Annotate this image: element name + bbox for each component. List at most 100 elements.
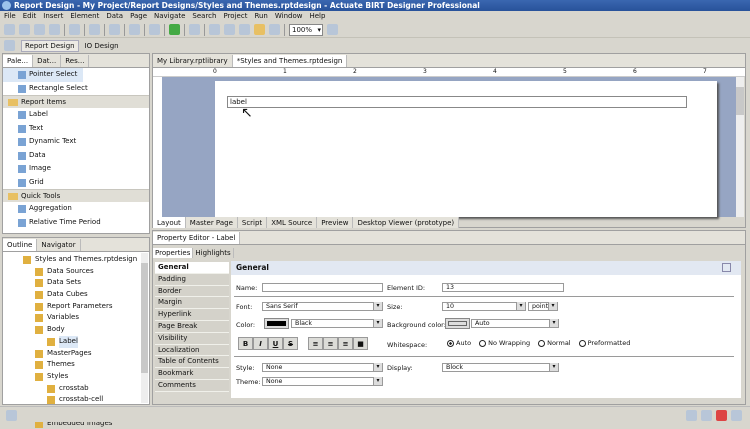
palette-image[interactable]: Image bbox=[3, 162, 149, 176]
zoom-select[interactable]: 100% bbox=[289, 23, 323, 36]
element-id-input[interactable]: 13 bbox=[442, 283, 564, 292]
tab-xml-source[interactable]: XML Source bbox=[267, 217, 318, 228]
outline-item[interactable]: crosstab-cell bbox=[3, 394, 149, 406]
menu-insert[interactable]: Insert bbox=[43, 11, 63, 22]
insert-icon[interactable] bbox=[69, 24, 80, 35]
outline-scrollbar[interactable] bbox=[141, 253, 148, 403]
category-hyperlink[interactable]: Hyperlink bbox=[155, 309, 229, 321]
bold-button[interactable]: B bbox=[238, 337, 253, 350]
category-margin[interactable]: Margin bbox=[155, 297, 229, 310]
outline-item[interactable]: Data Cubes bbox=[3, 289, 149, 301]
color-picker-button[interactable] bbox=[264, 318, 289, 329]
size-unit-select[interactable]: points bbox=[528, 302, 558, 311]
menu-search[interactable]: Search bbox=[192, 11, 216, 22]
font-select[interactable]: Sans Serif bbox=[262, 302, 383, 311]
outline-item[interactable]: Themes bbox=[3, 359, 149, 371]
web-icon[interactable] bbox=[109, 24, 120, 35]
outline-item[interactable]: Variables bbox=[3, 312, 149, 324]
menu-file[interactable]: File bbox=[4, 11, 16, 22]
tab-properties[interactable]: Properties bbox=[153, 248, 194, 258]
justify-icon[interactable]: ■ bbox=[353, 337, 368, 350]
perspective-report-design[interactable]: Report Design bbox=[21, 39, 79, 52]
whitespace-no-wrapping-radio[interactable]: No Wrapping bbox=[479, 339, 530, 347]
tab-outline[interactable]: Outline bbox=[3, 239, 38, 251]
tab-layout[interactable]: Layout bbox=[153, 217, 186, 228]
pointer-select[interactable]: Pointer Select bbox=[3, 68, 83, 82]
whitespace-auto-radio[interactable]: Auto bbox=[447, 339, 471, 347]
whitespace-preformatted-radio[interactable]: Preformatted bbox=[578, 339, 630, 347]
last-icon[interactable] bbox=[269, 24, 280, 35]
lock-icon[interactable] bbox=[149, 24, 160, 35]
palette-text[interactable]: Text bbox=[3, 122, 149, 136]
status-panel-icon[interactable] bbox=[731, 410, 742, 421]
run-icon[interactable] bbox=[169, 24, 180, 35]
quick-tools-group[interactable]: Quick Tools bbox=[3, 189, 149, 202]
tab-styles-and-themes[interactable]: *Styles and Themes.rptdesign bbox=[232, 55, 348, 67]
category-visibility[interactable]: Visibility bbox=[155, 332, 229, 345]
menu-project[interactable]: Project bbox=[223, 11, 247, 22]
display-select[interactable]: Block bbox=[442, 363, 559, 372]
name-input[interactable] bbox=[262, 283, 383, 292]
label-element[interactable]: label bbox=[227, 96, 687, 108]
menu-window[interactable]: Window bbox=[275, 11, 303, 22]
tab-navigator[interactable]: Navigator bbox=[37, 239, 81, 251]
menu-help[interactable]: Help bbox=[309, 11, 325, 22]
status-alert-icon[interactable] bbox=[716, 410, 727, 421]
background-color-picker-button[interactable] bbox=[445, 318, 470, 329]
tab-highlights[interactable]: Highlights bbox=[193, 248, 234, 258]
tab-data-explorer[interactable]: Dat... bbox=[33, 55, 62, 67]
style-icon[interactable] bbox=[722, 263, 731, 272]
palette-relative-time-period[interactable]: Relative Time Period bbox=[3, 216, 149, 230]
palette-label[interactable]: Label bbox=[3, 108, 149, 122]
size-select[interactable]: 10 bbox=[442, 302, 526, 311]
editor-scrollbar[interactable] bbox=[736, 77, 744, 217]
strikethrough-button[interactable]: S bbox=[283, 337, 298, 350]
menu-data[interactable]: Data bbox=[106, 11, 123, 22]
category-comments[interactable]: Comments bbox=[155, 379, 229, 392]
tab-master-page[interactable]: Master Page bbox=[186, 217, 238, 228]
nav-icon[interactable] bbox=[209, 24, 220, 35]
category-page-break[interactable]: Page Break bbox=[155, 320, 229, 333]
outline-item[interactable]: Body bbox=[3, 324, 149, 336]
palette-dynamic-text[interactable]: Dynamic Text bbox=[3, 135, 149, 149]
category-border[interactable]: Border bbox=[155, 285, 229, 298]
rectangle-select[interactable]: Rectangle Select bbox=[3, 82, 149, 96]
save-all-icon[interactable] bbox=[34, 24, 45, 35]
menu-element[interactable]: Element bbox=[70, 11, 99, 22]
background-color-select[interactable]: Auto bbox=[471, 319, 559, 328]
outline-item[interactable]: Report Parameters bbox=[3, 301, 149, 313]
outline-item[interactable]: Styles and Themes.rptdesign bbox=[3, 254, 149, 266]
open-perspective-icon[interactable] bbox=[4, 40, 15, 51]
outline-item[interactable]: Styles bbox=[3, 371, 149, 383]
print-icon[interactable] bbox=[49, 24, 60, 35]
status-link-icon[interactable] bbox=[686, 410, 697, 421]
category-localization[interactable]: Localization bbox=[155, 344, 229, 357]
library-icon[interactable] bbox=[129, 24, 140, 35]
palette-data[interactable]: Data bbox=[3, 149, 149, 163]
category-table-of-contents[interactable]: Table of Contents bbox=[155, 356, 229, 369]
outline-item[interactable]: Data Sources bbox=[3, 266, 149, 278]
nav-next-icon[interactable] bbox=[224, 24, 235, 35]
perspective-io-design[interactable]: IO Design bbox=[85, 42, 119, 50]
wand-icon[interactable] bbox=[189, 24, 200, 35]
tab-my-library[interactable]: My Library.rptlibrary bbox=[153, 55, 233, 67]
tab-palette[interactable]: Pale... bbox=[3, 55, 34, 67]
outline-item[interactable]: crosstab bbox=[3, 383, 149, 395]
outline-item[interactable]: Data Sets bbox=[3, 277, 149, 289]
palette-grid[interactable]: Grid bbox=[3, 176, 149, 190]
theme-select[interactable]: None bbox=[262, 377, 383, 386]
align-left-icon[interactable]: ≡ bbox=[308, 337, 323, 350]
underline-button[interactable]: U bbox=[268, 337, 283, 350]
save-icon[interactable] bbox=[19, 24, 30, 35]
property-editor-title[interactable]: Property Editor - Label bbox=[153, 232, 241, 244]
color-select[interactable]: Black bbox=[291, 319, 383, 328]
outline-item[interactable]: MasterPages bbox=[3, 348, 149, 360]
menu-navigate[interactable]: Navigate bbox=[154, 11, 185, 22]
tab-desktop-viewer[interactable]: Desktop Viewer (prototype) bbox=[353, 217, 460, 228]
tab-preview[interactable]: Preview bbox=[317, 217, 354, 228]
align-right-icon[interactable]: ≡ bbox=[338, 337, 353, 350]
italic-button[interactable]: I bbox=[253, 337, 268, 350]
fast-view-icon[interactable] bbox=[6, 410, 17, 421]
tab-script[interactable]: Script bbox=[238, 217, 268, 228]
category-padding[interactable]: Padding bbox=[155, 273, 229, 286]
